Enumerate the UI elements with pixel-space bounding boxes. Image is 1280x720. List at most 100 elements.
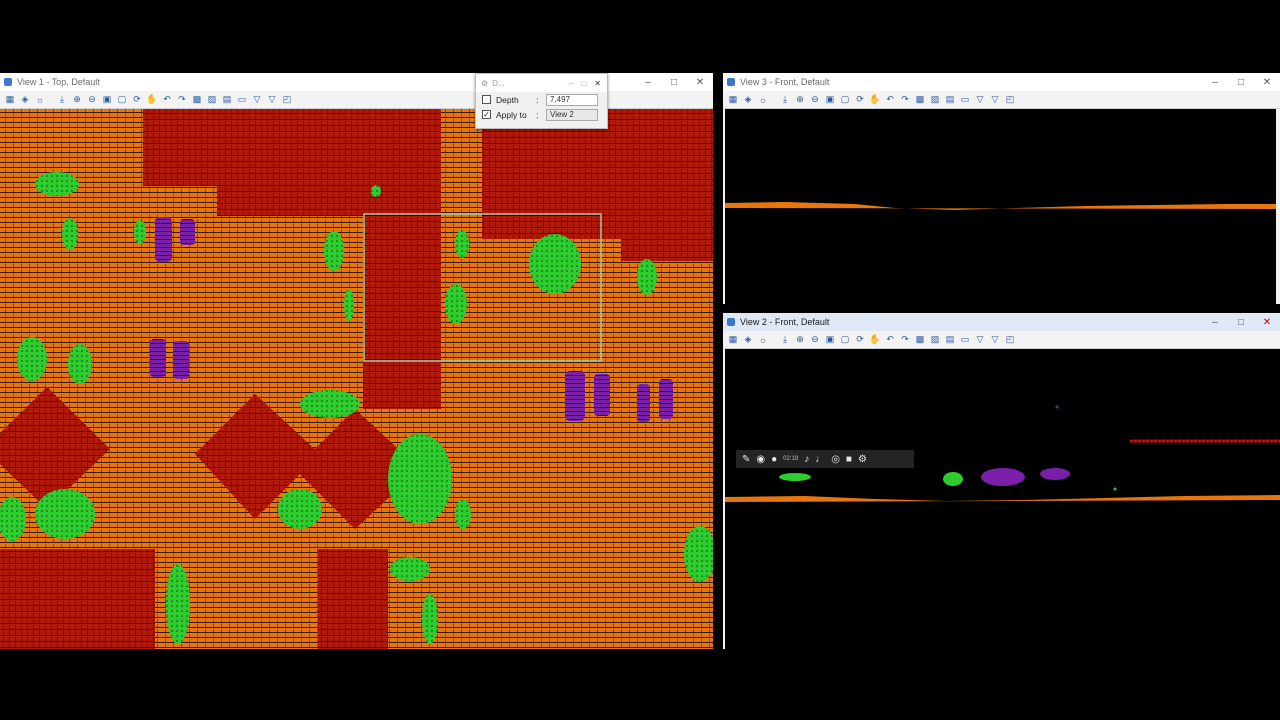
rotate-icon[interactable]: ⟳ [131, 94, 143, 106]
fit-view-icon[interactable]: ▣ [824, 94, 836, 106]
close-button[interactable]: ✕ [687, 73, 713, 91]
view1-canvas[interactable] [0, 109, 713, 649]
brightness-icon[interactable]: ☼ [34, 94, 46, 106]
view3-canvas[interactable] [725, 109, 1276, 304]
fit-view-icon[interactable]: ▣ [101, 94, 113, 106]
display-icon[interactable]: ◰ [1004, 334, 1016, 346]
dialog-minimize-button[interactable]: – [569, 79, 573, 88]
dialog-maximize-button[interactable]: □ [581, 79, 586, 88]
levels-icon[interactable]: ▤ [944, 334, 956, 346]
maximize-button[interactable]: □ [1228, 73, 1254, 91]
zoom-in-icon[interactable]: ⊕ [794, 94, 806, 106]
clip-mask-icon[interactable]: ▨ [206, 94, 218, 106]
window-area-icon[interactable]: ▢ [116, 94, 128, 106]
maximize-button[interactable]: □ [661, 73, 687, 91]
vegetation [390, 557, 430, 581]
depth-label: Depth [496, 94, 519, 105]
update-icon[interactable]: ⤓ [56, 94, 68, 106]
view2-toolbar: ▦ ◈ ☼ ⤓ ⊕ ⊖ ▣ ▢ ⟳ ✋ ↶ ↷ ▩ ▨ ▤ ▭ ▽ ▽ ◰ [723, 331, 1280, 349]
fence-icon[interactable]: ▭ [959, 94, 971, 106]
display-icon[interactable]: ◰ [1004, 94, 1016, 106]
display-style-icon[interactable]: ◈ [742, 94, 754, 106]
view-previous-icon[interactable]: ↶ [884, 94, 896, 106]
apply-to-select[interactable]: View 2 [546, 108, 598, 121]
display-style-icon[interactable]: ◈ [19, 94, 31, 106]
recording-time: 02:18 [783, 456, 799, 462]
view-previous-icon[interactable]: ↶ [161, 94, 173, 106]
view2-title: View 2 - Front, Default [740, 317, 830, 327]
minimize-button[interactable]: – [635, 73, 661, 91]
zoom-out-icon[interactable]: ⊖ [86, 94, 98, 106]
dialog-close-button[interactable]: ✕ [594, 79, 601, 88]
view3-titlebar[interactable]: View 3 - Front, Default – □ ✕ [723, 73, 1280, 91]
minimize-button[interactable]: – [1202, 313, 1228, 331]
webcam-icon[interactable]: ◎ [831, 454, 840, 465]
pan-icon[interactable]: ✋ [146, 94, 158, 106]
brightness-icon[interactable]: ☼ [757, 334, 769, 346]
dialog-titlebar[interactable]: ⚙ D... – □ ✕ [476, 74, 607, 92]
vehicle [150, 339, 166, 377]
speaker-icon[interactable]: ♩ [815, 454, 825, 465]
view2-canvas[interactable] [725, 349, 1280, 649]
zoom-out-icon[interactable]: ⊖ [809, 94, 821, 106]
record-icon[interactable]: ● [771, 454, 777, 465]
vegetation [371, 185, 381, 197]
view-next-icon[interactable]: ↷ [899, 334, 911, 346]
microphone-icon[interactable]: ♪ [804, 454, 809, 465]
clip-volume-icon[interactable]: ▩ [914, 94, 926, 106]
clip-mask-icon[interactable]: ▨ [929, 334, 941, 346]
levels-icon[interactable]: ▤ [221, 94, 233, 106]
view-attributes-icon[interactable]: ▦ [727, 334, 739, 346]
levels-icon[interactable]: ▤ [944, 94, 956, 106]
view2-titlebar[interactable]: View 2 - Front, Default – □ ✕ [723, 313, 1280, 331]
view-next-icon[interactable]: ↷ [899, 94, 911, 106]
vehicle [565, 371, 585, 421]
building [621, 239, 713, 261]
fence-icon[interactable]: ▭ [236, 94, 248, 106]
window-area-icon[interactable]: ▢ [839, 334, 851, 346]
filter-settings-icon[interactable]: ▽ [989, 334, 1001, 346]
clip-mask-icon[interactable]: ▨ [929, 94, 941, 106]
pencil-icon[interactable]: ✎ [742, 454, 750, 465]
apply-checkbox[interactable]: ✓ [482, 110, 491, 119]
depth-input[interactable]: 7.497 [546, 93, 598, 106]
zoom-in-icon[interactable]: ⊕ [794, 334, 806, 346]
view-previous-icon[interactable]: ↶ [884, 334, 896, 346]
settings-gear-icon[interactable]: ⚙ [858, 454, 867, 465]
pan-icon[interactable]: ✋ [869, 334, 881, 346]
vegetation [422, 594, 438, 644]
filter-icon[interactable]: ▽ [974, 334, 986, 346]
filter-settings-icon[interactable]: ▽ [266, 94, 278, 106]
screen-icon[interactable]: ■ [846, 454, 852, 465]
filter-settings-icon[interactable]: ▽ [989, 94, 1001, 106]
camera-icon[interactable]: ◉ [756, 454, 765, 465]
display-style-icon[interactable]: ◈ [742, 334, 754, 346]
rotate-icon[interactable]: ⟳ [854, 94, 866, 106]
building [363, 109, 441, 409]
close-button[interactable]: ✕ [1254, 73, 1280, 91]
zoom-in-icon[interactable]: ⊕ [71, 94, 83, 106]
filter-icon[interactable]: ▽ [974, 94, 986, 106]
maximize-button[interactable]: □ [1228, 313, 1254, 331]
filter-icon[interactable]: ▽ [251, 94, 263, 106]
window-area-icon[interactable]: ▢ [839, 94, 851, 106]
update-icon[interactable]: ⤓ [779, 94, 791, 106]
close-button[interactable]: ✕ [1254, 313, 1280, 331]
view-next-icon[interactable]: ↷ [176, 94, 188, 106]
view-attributes-icon[interactable]: ▦ [727, 94, 739, 106]
view-attributes-icon[interactable]: ▦ [4, 94, 16, 106]
pan-icon[interactable]: ✋ [869, 94, 881, 106]
clip-volume-icon[interactable]: ▩ [914, 334, 926, 346]
rotate-icon[interactable]: ⟳ [854, 334, 866, 346]
display-icon[interactable]: ◰ [281, 94, 293, 106]
update-icon[interactable]: ⤓ [779, 334, 791, 346]
fence-icon[interactable]: ▭ [959, 334, 971, 346]
clip-volume-icon[interactable]: ▩ [191, 94, 203, 106]
minimize-button[interactable]: – [1202, 73, 1228, 91]
zoom-out-icon[interactable]: ⊖ [809, 334, 821, 346]
depth-checkbox[interactable] [482, 95, 491, 104]
vegetation [35, 172, 79, 196]
apply-row: ✓ Apply to : View 2 [476, 107, 607, 122]
brightness-icon[interactable]: ☼ [757, 94, 769, 106]
fit-view-icon[interactable]: ▣ [824, 334, 836, 346]
